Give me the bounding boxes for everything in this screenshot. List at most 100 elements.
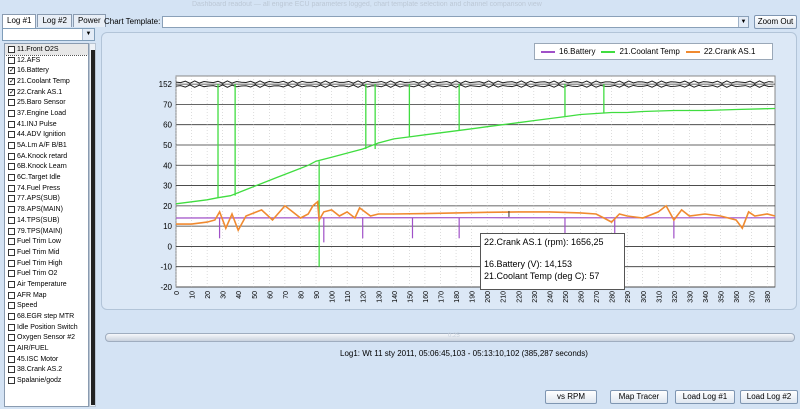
tab-power[interactable]: Power <box>72 14 106 27</box>
parameter-checkbox[interactable] <box>8 248 15 256</box>
parameter-label: 14.TPS(SUB) <box>17 216 60 224</box>
parameter-checkbox[interactable]: ✓ <box>8 77 15 85</box>
parameter-checkbox[interactable] <box>8 366 15 374</box>
x-tick-label: 60 <box>267 291 274 299</box>
parameter-label: Speed <box>17 302 38 310</box>
parameter-item[interactable]: 12.AFS <box>5 55 88 66</box>
y-tick-label: 10 <box>163 222 172 231</box>
parameter-item[interactable]: 6B.Knock Learn <box>5 162 88 173</box>
parameter-checkbox[interactable] <box>8 345 15 353</box>
tab-log-2[interactable]: Log #2 <box>37 14 72 27</box>
parameter-item[interactable]: 68.EGR step MTR <box>5 311 88 322</box>
parameter-item[interactable]: ✓ 22.Crank AS.1 <box>5 87 88 98</box>
parameter-checkbox[interactable] <box>8 206 15 214</box>
parameter-checkbox[interactable] <box>8 259 15 267</box>
zoom-out-button[interactable]: Zoom Out <box>754 15 797 29</box>
parameter-checkbox[interactable]: ✓ <box>8 88 15 96</box>
parameter-checkbox[interactable] <box>8 109 15 117</box>
x-tick-label: 290 <box>625 291 632 303</box>
parameter-item[interactable]: ✓ 16.Battery <box>5 65 88 76</box>
parameter-item[interactable]: Fuel Trim Mid <box>5 247 88 258</box>
parameter-checkbox[interactable] <box>8 56 15 64</box>
vs-rpm-button[interactable]: vs RPM <box>545 390 597 404</box>
parameter-checkbox[interactable] <box>8 334 15 342</box>
parameter-item[interactable]: 25.Baro Sensor <box>5 97 88 108</box>
scrollbar-thumb[interactable] <box>91 50 95 405</box>
x-tick-label: 110 <box>345 291 352 302</box>
x-tick-label: 350 <box>719 291 726 303</box>
parameter-label: 6C.Target Idle <box>17 174 61 182</box>
parameter-checkbox[interactable] <box>8 152 15 160</box>
parameter-checkbox[interactable] <box>8 238 15 246</box>
load-log-1-button[interactable]: Load Log #1 <box>675 390 735 404</box>
parameter-label: Fuel Trim Low <box>17 238 61 246</box>
parameter-checkbox[interactable] <box>8 227 15 235</box>
parameter-checkbox[interactable] <box>8 184 15 192</box>
y-tick-label: 60 <box>163 121 172 130</box>
parameter-checkbox[interactable] <box>8 313 15 321</box>
parameter-label: 45.ISC Motor <box>17 355 59 363</box>
parameter-item[interactable]: 38.Crank AS.2 <box>5 365 88 376</box>
x-tick-label: 210 <box>501 291 508 303</box>
legend-item-coolant: 21.Coolant Temp <box>601 47 680 56</box>
parameter-item[interactable]: 44.ADV Ignition <box>5 130 88 141</box>
parameter-item[interactable]: AFR Map <box>5 290 88 301</box>
parameter-set-dropdown[interactable]: ▼ <box>2 28 95 41</box>
parameter-item[interactable]: 6C.Target Idle <box>5 172 88 183</box>
parameter-item[interactable]: 14.TPS(SUB) <box>5 215 88 226</box>
parameter-label: 38.Crank AS.2 <box>17 366 63 374</box>
parameter-checkbox[interactable] <box>8 355 15 363</box>
parameter-item[interactable]: 6A.Knock retard <box>5 151 88 162</box>
parameter-item[interactable]: Fuel Trim High <box>5 258 88 269</box>
parameter-item[interactable]: Fuel Trim Low <box>5 236 88 247</box>
parameter-item[interactable]: Air Temperature <box>5 279 88 290</box>
load-log-2-button[interactable]: Load Log #2 <box>740 390 798 404</box>
parameter-item[interactable]: Oxygen Sensor #2 <box>5 333 88 344</box>
faded-header-text: Dashboard readout — all engine ECU param… <box>192 1 542 8</box>
parameter-checkbox[interactable] <box>8 99 15 107</box>
parameter-item[interactable]: ✓ 21.Coolant Temp <box>5 76 88 87</box>
parameter-checkbox[interactable] <box>8 377 15 385</box>
parameter-checkbox[interactable] <box>8 163 15 171</box>
parameter-checkbox[interactable] <box>8 131 15 139</box>
chart-tooltip: 22.Crank AS.1 (rpm): 1656,25 16.Battery … <box>480 233 625 290</box>
parameter-item[interactable]: Fuel Trim O2 <box>5 268 88 279</box>
parameter-checkbox[interactable] <box>8 45 15 53</box>
parameter-checkbox[interactable] <box>8 195 15 203</box>
parameter-item[interactable]: 41.INJ Pulse <box>5 119 88 130</box>
x-tick-label: 20 <box>205 291 212 299</box>
parameter-item[interactable]: 77.APS(SUB) <box>5 194 88 205</box>
parameter-checkbox[interactable] <box>8 302 15 310</box>
parameter-checkbox[interactable] <box>8 216 15 224</box>
parameter-checkbox[interactable] <box>8 291 15 299</box>
tab-log-1[interactable]: Log #1 <box>2 14 37 28</box>
chevron-down-icon: ▼ <box>738 17 748 27</box>
parameter-item[interactable]: 37.Engine Load <box>5 108 88 119</box>
parameter-list[interactable]: 11.Front O2S 12.AFS ✓ 16.Battery ✓ 21.Coolant… <box>4 43 89 407</box>
parameter-item[interactable]: Speed <box>5 301 88 312</box>
y-tick-label: 30 <box>163 182 172 191</box>
parameter-item[interactable]: Idle Position Switch <box>5 322 88 333</box>
parameter-item[interactable]: 5A.Lm A/F B/B1 <box>5 140 88 151</box>
parameter-item[interactable]: AIR/FUEL <box>5 343 88 354</box>
parameter-checkbox[interactable] <box>8 270 15 278</box>
parameter-item[interactable]: Spalanie/godz <box>5 375 88 386</box>
parameter-checkbox[interactable] <box>8 323 15 331</box>
parameter-item[interactable]: 11.Front O2S <box>5 44 88 56</box>
parameter-item[interactable]: 45.ISC Motor <box>5 354 88 365</box>
x-tick-label: 190 <box>470 291 477 303</box>
parameter-item[interactable]: 79.TPS(MAIN) <box>5 226 88 237</box>
parameter-label: 77.APS(SUB) <box>17 195 60 203</box>
parameter-checkbox[interactable] <box>8 142 15 150</box>
parameter-list-scrollbar[interactable] <box>89 43 96 407</box>
parameter-item[interactable]: 74.Fuel Press <box>5 183 88 194</box>
parameter-checkbox[interactable] <box>8 280 15 288</box>
parameter-item[interactable]: 78.APS(MAIN) <box>5 204 88 215</box>
chart-template-dropdown[interactable]: ▼ <box>162 16 749 28</box>
timeline-slider[interactable]: 0.25 <box>105 333 795 342</box>
parameter-checkbox[interactable]: ✓ <box>8 67 15 75</box>
parameter-checkbox[interactable] <box>8 120 15 128</box>
chart[interactable]: -20 -10 0 10 20 30 40 50 60 70 152 0 10 20 30 40 50 60 70 8… <box>102 33 798 311</box>
map-tracer-button[interactable]: Map Tracer <box>610 390 668 404</box>
parameter-checkbox[interactable] <box>8 174 15 182</box>
